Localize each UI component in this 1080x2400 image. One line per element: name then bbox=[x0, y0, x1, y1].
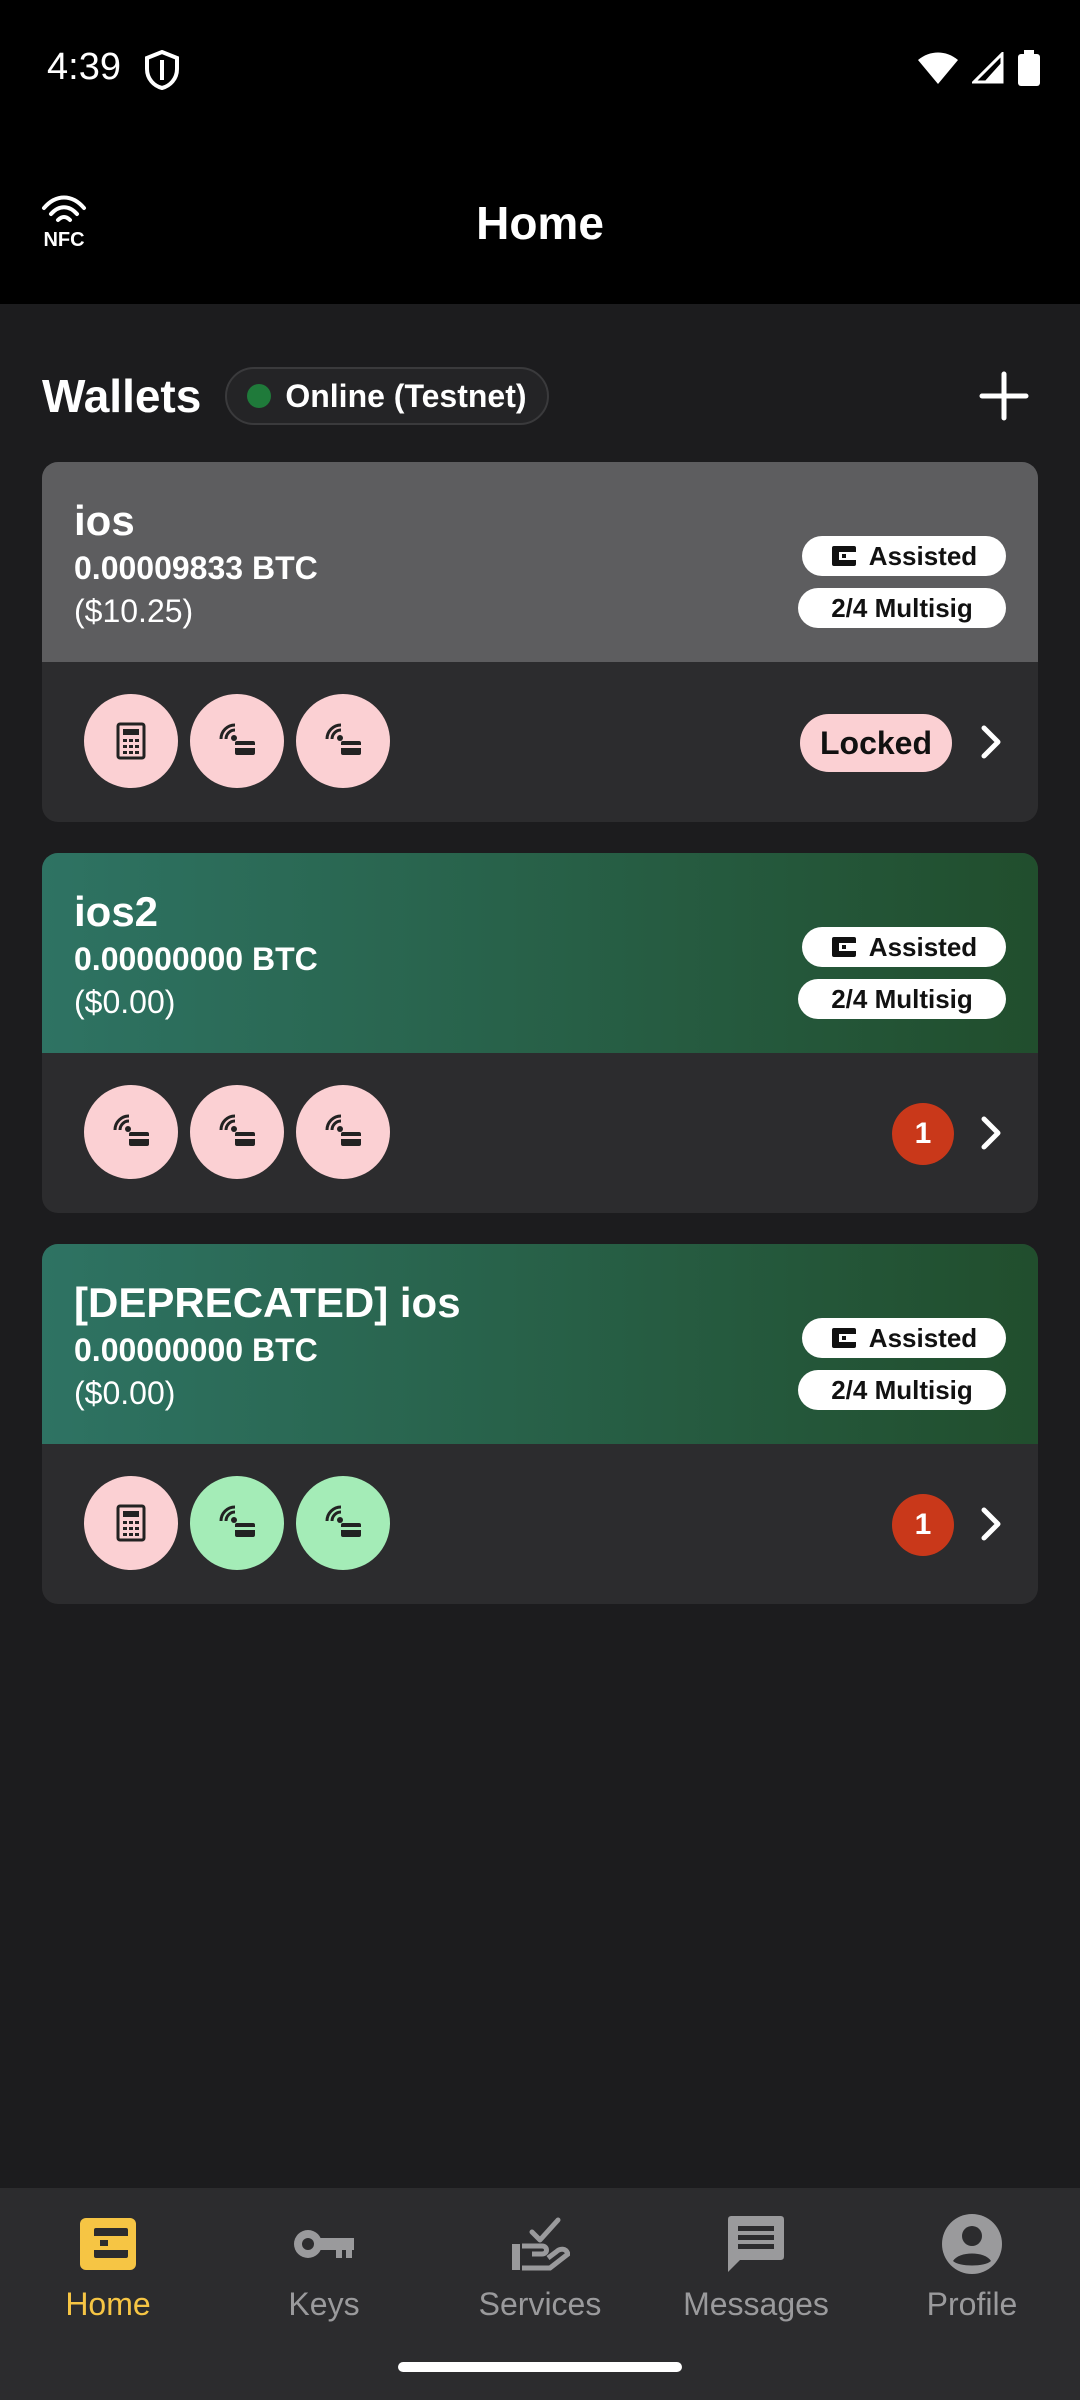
services-icon bbox=[508, 2212, 572, 2276]
assisted-badge: Assisted bbox=[802, 1318, 1006, 1358]
nav-label-profile: Profile bbox=[926, 2286, 1018, 2322]
wallet-card-header[interactable]: [DEPRECATED] ios 0.00000000 BTC ($0.00) … bbox=[42, 1244, 1038, 1444]
nav-item-home[interactable]: Home bbox=[0, 2188, 216, 2400]
wallet-card[interactable]: ios 0.00009833 BTC ($10.25) Assisted 2/4… bbox=[42, 462, 1038, 822]
status-bar: 4:39 bbox=[0, 0, 1080, 140]
shield-icon bbox=[145, 50, 179, 90]
status-time: 4:39 bbox=[47, 46, 121, 88]
badge-assisted-label: Assisted bbox=[868, 540, 978, 571]
key-list bbox=[84, 1476, 390, 1570]
online-dot-icon bbox=[247, 384, 272, 408]
chevron-right-icon[interactable] bbox=[976, 1113, 1006, 1153]
profile-icon bbox=[940, 2212, 1004, 2276]
badge-assisted-label: Assisted bbox=[868, 931, 978, 962]
nfc-card-icon bbox=[84, 1085, 178, 1179]
nav-label-home: Home bbox=[65, 2286, 151, 2322]
network-status-pill: Online (Testnet) bbox=[225, 367, 549, 425]
wifi-icon bbox=[918, 52, 958, 84]
key-list bbox=[84, 1085, 390, 1179]
wallet-icon bbox=[831, 937, 856, 957]
wallets-header: Wallets Online (Testnet) bbox=[42, 364, 549, 428]
app-header: NFC Home bbox=[0, 140, 1080, 304]
home-indicator[interactable] bbox=[398, 2362, 682, 2372]
wallet-icon bbox=[831, 546, 856, 566]
badge-assisted-label: Assisted bbox=[868, 1322, 978, 1353]
calculator-icon bbox=[84, 1476, 178, 1570]
wallet-card-footer[interactable]: Locked bbox=[42, 662, 1038, 822]
nfc-card-icon bbox=[296, 1085, 390, 1179]
nav-item-profile[interactable]: Profile bbox=[864, 2188, 1080, 2400]
wallet-card-header[interactable]: ios2 0.00000000 BTC ($0.00) Assisted 2/4… bbox=[42, 853, 1038, 1053]
wallet-card-footer[interactable]: 1 bbox=[42, 1053, 1038, 1213]
chevron-right-icon[interactable] bbox=[976, 722, 1006, 762]
signal-icon bbox=[972, 52, 1004, 84]
nfc-card-icon bbox=[296, 1476, 390, 1570]
add-wallet-button[interactable] bbox=[978, 370, 1030, 422]
nfc-card-icon bbox=[190, 1476, 284, 1570]
wallet-icon bbox=[831, 1328, 856, 1348]
network-status-label: Online (Testnet) bbox=[285, 377, 527, 414]
wallet-card[interactable]: ios2 0.00000000 BTC ($0.00) Assisted 2/4… bbox=[42, 853, 1038, 1213]
assisted-badge: Assisted bbox=[802, 536, 1006, 576]
nfc-card-icon bbox=[190, 694, 284, 788]
multisig-badge: 2/4 Multisig bbox=[798, 1370, 1006, 1410]
key-icon bbox=[292, 2212, 356, 2276]
battery-icon bbox=[1018, 50, 1040, 86]
locked-status-badge: Locked bbox=[800, 714, 952, 772]
nfc-card-icon bbox=[296, 694, 390, 788]
nfc-card-icon bbox=[190, 1085, 284, 1179]
pending-count-badge: 1 bbox=[892, 1494, 954, 1556]
nav-label-keys: Keys bbox=[288, 2286, 360, 2322]
wallet-card[interactable]: [DEPRECATED] ios 0.00000000 BTC ($0.00) … bbox=[42, 1244, 1038, 1604]
calculator-icon bbox=[84, 694, 178, 788]
wallet-card-footer[interactable]: 1 bbox=[42, 1444, 1038, 1604]
multisig-badge: 2/4 Multisig bbox=[798, 588, 1006, 628]
nav-label-services: Services bbox=[478, 2286, 602, 2322]
message-icon bbox=[724, 2212, 788, 2276]
key-list bbox=[84, 694, 390, 788]
wallet-card-header[interactable]: ios 0.00009833 BTC ($10.25) Assisted 2/4… bbox=[42, 462, 1038, 662]
nav-label-messages: Messages bbox=[683, 2286, 829, 2322]
wallet-icon bbox=[76, 2212, 140, 2276]
multisig-badge: 2/4 Multisig bbox=[798, 979, 1006, 1019]
pending-count-badge: 1 bbox=[892, 1103, 954, 1165]
chevron-right-icon[interactable] bbox=[976, 1504, 1006, 1544]
wallets-title: Wallets bbox=[42, 370, 202, 422]
page-title: Home bbox=[476, 197, 604, 249]
assisted-badge: Assisted bbox=[802, 927, 1006, 967]
